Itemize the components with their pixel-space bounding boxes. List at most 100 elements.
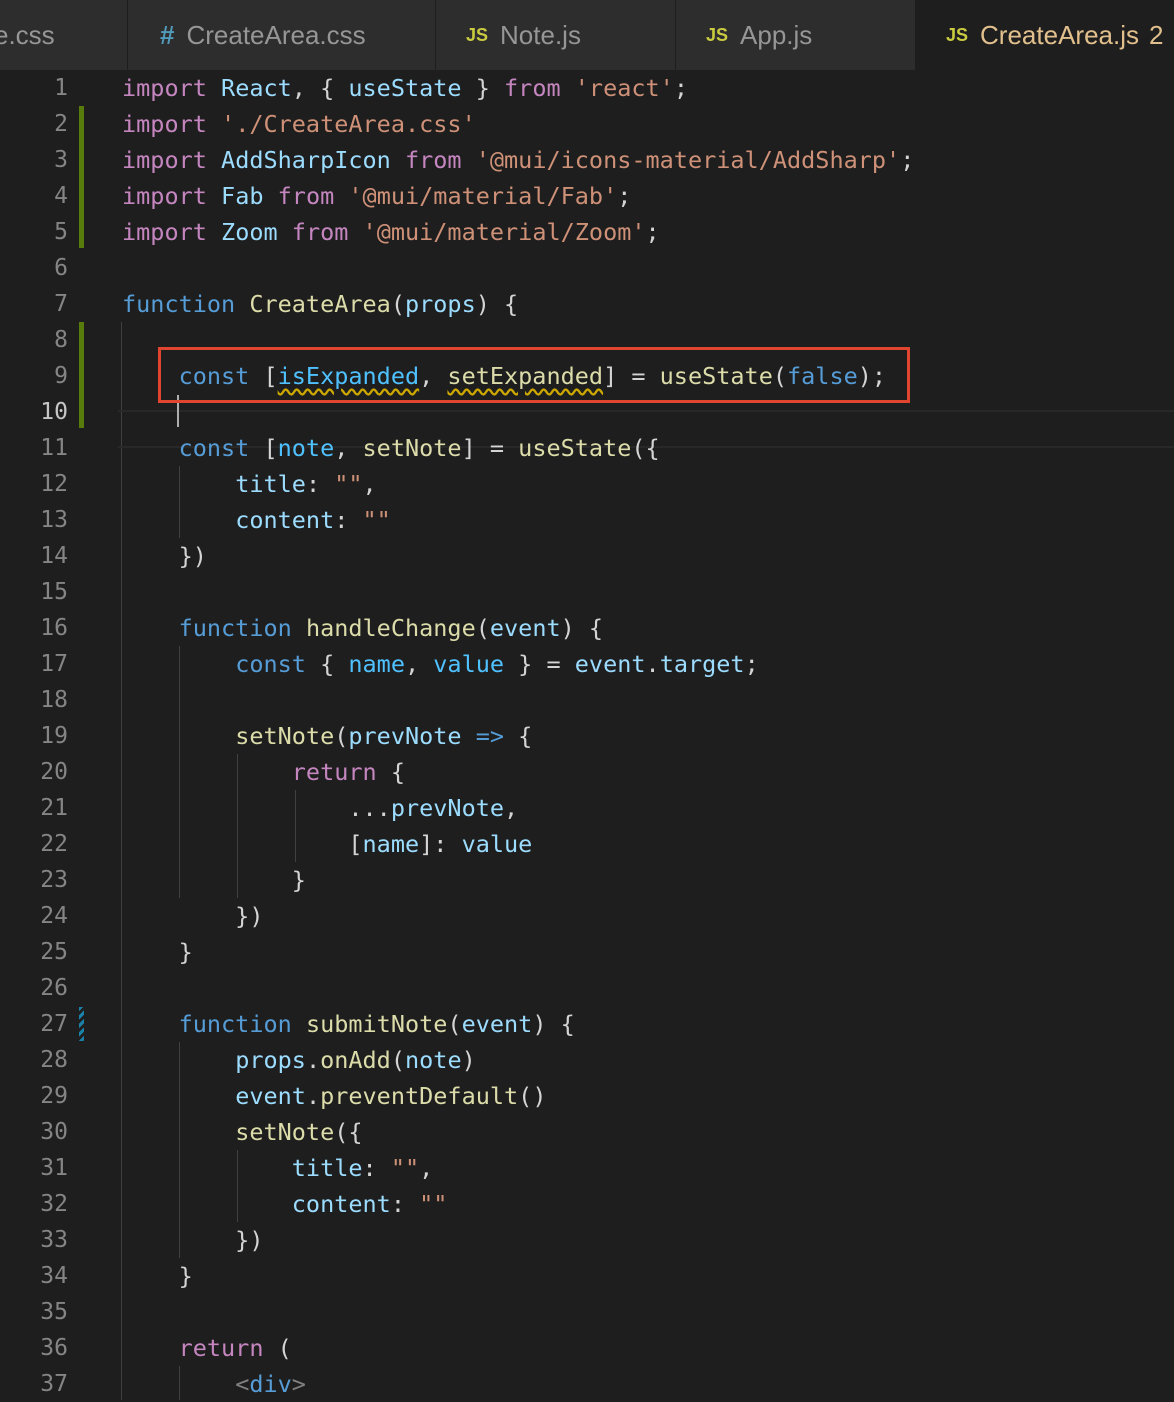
code-line[interactable]: 17 const { name, value } = event.target; [0,646,1174,682]
line-number: 4 [54,183,68,209]
code-token: , [362,470,377,498]
code-text: content: "" [122,502,391,538]
code-token: import [122,218,207,246]
code-token: setNote [362,434,462,462]
code-line[interactable]: 27 function submitNote(event) { [0,1006,1174,1042]
code-line[interactable]: 29 event.preventDefault() [0,1078,1174,1114]
code-token: < [235,1370,250,1398]
code-line[interactable]: 24 }) [0,898,1174,934]
code-line[interactable]: 36 return ( [0,1330,1174,1366]
tab-createarea-css[interactable]: # CreateArea.css [128,0,436,70]
tab-label: e.css [0,20,55,50]
code-text: title: "", [122,1150,434,1186]
code-token: => [475,722,505,750]
code-token: CreateArea [249,290,391,318]
code-line[interactable]: 13 content: "" [0,502,1174,538]
code-line[interactable]: 7 function CreateArea(props) { [0,286,1174,322]
code-text: }) [122,538,207,574]
code-token: import [122,110,207,138]
code-token: title [235,470,306,498]
code-line[interactable]: 32 content: "" [0,1186,1174,1222]
line-number: 34 [40,1263,68,1289]
code-text: }) [122,1222,263,1258]
code-line[interactable]: 23 } [0,862,1174,898]
code-token: function [178,614,292,642]
code-line[interactable]: 4 import Fab from '@mui/material/Fab'; [0,178,1174,214]
code-line[interactable]: 33 }) [0,1222,1174,1258]
line-number: 28 [40,1047,68,1073]
code-text: props.onAdd(note) [122,1042,476,1078]
code-text: import React, { useState } from 'react'; [122,70,688,106]
code-token: ... [122,794,391,822]
code-line[interactable]: 19 setNote(prevNote => { [0,718,1174,754]
line-number: 15 [40,579,68,605]
code-token: props [404,290,476,318]
line-number: 24 [40,903,68,929]
line-number: 22 [40,831,68,857]
code-token: event [235,1082,306,1110]
code-line[interactable]: 3 import AddSharpIcon from '@mui/icons-ma… [0,142,1174,178]
code-line[interactable]: 6 [0,250,1174,286]
code-text: function handleChange(event) { [122,610,603,646]
code-token: , [334,434,363,462]
code-token: ) { [532,1010,575,1038]
code-token: , [404,650,434,678]
code-line[interactable]: 30 setNote({ [0,1114,1174,1150]
code-line[interactable]: 34 } [0,1258,1174,1294]
code-token: Fab [221,182,264,210]
tab-app-js[interactable]: JS App.js [676,0,916,70]
code-token: content [235,506,335,534]
code-token: '@mui/material/Zoom' [362,218,646,246]
code-token: setNote [235,722,335,750]
code-line[interactable]: 21 ...prevNote, [0,790,1174,826]
line-number: 5 [54,219,68,245]
code-line[interactable]: 20 return { [0,754,1174,790]
tab-label: CreateArea.js [980,20,1139,50]
code-token: ; [645,218,660,246]
code-line[interactable]: 15 [0,574,1174,610]
tab-note-js[interactable]: JS Note.js [436,0,676,70]
tab-css-file[interactable]: e.css [0,0,128,70]
code-line[interactable]: 26 [0,970,1174,1006]
code-token: ) [461,1046,476,1074]
code-line[interactable]: 37 <div> [0,1366,1174,1402]
code-line[interactable]: 2 import './CreateArea.css' [0,106,1174,142]
code-token: useState [348,74,462,102]
code-line[interactable]: 35 [0,1294,1174,1330]
code-token: return [178,1334,264,1362]
code-token: { [305,650,349,678]
code-line[interactable]: 1 import React, { useState } from 'react'… [0,70,1174,106]
code-token: , [504,794,519,822]
javascript-icon: JS [706,25,729,45]
code-text: function CreateArea(props) { [122,286,518,322]
code-text: } [122,934,193,970]
code-line[interactable]: 31 title: "", [0,1150,1174,1186]
code-text: import Fab from '@mui/material/Fab'; [122,178,631,214]
code-line[interactable]: 28 props.onAdd(note) [0,1042,1174,1078]
code-token: note [405,1046,462,1074]
code-line[interactable]: 14 }) [0,538,1174,574]
code-line[interactable]: 18 [0,682,1174,718]
line-number: 21 [40,795,68,821]
code-token: ( [390,290,405,318]
code-line[interactable]: 25 } [0,934,1174,970]
line-number: 13 [40,507,68,533]
code-token: ( [334,722,349,750]
code-token: : [305,470,335,498]
code-line[interactable]: 5 import Zoom from '@mui/material/Zoom'; [0,214,1174,250]
code-token: event [574,650,646,678]
code-token: } [122,1262,193,1290]
code-line[interactable]: 12 title: "", [0,466,1174,502]
code-token: ({ [631,434,660,462]
code-token: props [235,1046,306,1074]
code-line[interactable]: 16 function handleChange(event) { [0,610,1174,646]
code-line[interactable]: 22 [name]: value [0,826,1174,862]
tab-createarea-js[interactable]: JS CreateArea.js 2 [916,0,1174,70]
code-line[interactable]: 11 const [note, setNote] = useState({ [0,430,1174,466]
code-editor[interactable]: 1 import React, { useState } from 'react'… [0,70,1174,1400]
